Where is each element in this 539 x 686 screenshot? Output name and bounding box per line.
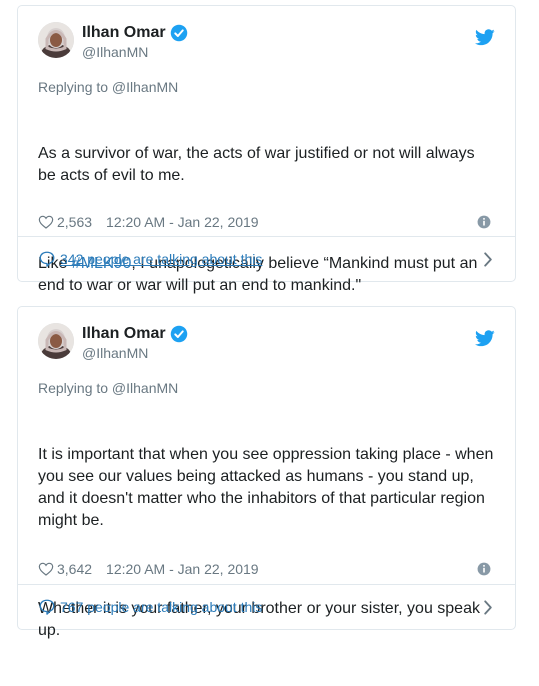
like-count[interactable]: 3,642 (57, 561, 92, 577)
info-icon[interactable] (477, 215, 491, 229)
heart-icon[interactable] (38, 561, 54, 577)
tweet-text: It is important that when you see oppres… (38, 400, 495, 686)
heart-icon[interactable] (38, 214, 54, 230)
avatar[interactable] (38, 22, 74, 58)
tweet-body: Replying to @IlhanMN As a survivor of wa… (38, 78, 495, 341)
tweet-card[interactable]: Ilhan Omar @IlhanMN Replying to @IlhanMN… (17, 5, 516, 294)
author[interactable]: Ilhan Omar @IlhanMN (82, 324, 188, 361)
replying-to[interactable]: Replying to @IlhanMN (38, 379, 495, 398)
talking-footer[interactable]: 342 people are talking about this (18, 236, 515, 281)
verified-badge-icon (170, 24, 187, 41)
chevron-right-icon[interactable] (483, 600, 493, 615)
timestamp[interactable]: 12:20 AM - Jan 22, 2019 (106, 561, 259, 577)
tweet-paragraph: It is important that when you see oppres… (38, 446, 498, 529)
tweet-meta: 3,642 12:20 AM - Jan 22, 2019 (38, 559, 495, 579)
display-name[interactable]: Ilhan Omar (82, 24, 166, 42)
screen-name[interactable]: @IlhanMN (82, 345, 188, 361)
info-icon[interactable] (477, 562, 491, 576)
tweet-card[interactable]: Ilhan Omar @IlhanMN Replying to @IlhanMN… (17, 306, 516, 639)
tweet-body: Replying to @IlhanMN It is important tha… (38, 379, 495, 686)
display-name[interactable]: Ilhan Omar (82, 325, 166, 343)
screen-name[interactable]: @IlhanMN (82, 44, 188, 60)
verified-badge-icon (170, 325, 187, 342)
twitter-bird-icon[interactable] (475, 330, 495, 347)
twitter-bird-icon[interactable] (475, 29, 495, 46)
avatar[interactable] (38, 323, 74, 359)
talking-link[interactable]: 767 people are talking about this (60, 599, 262, 615)
talking-footer[interactable]: 767 people are talking about this (18, 584, 515, 629)
like-count[interactable]: 2,563 (57, 214, 92, 230)
replying-to[interactable]: Replying to @IlhanMN (38, 78, 495, 97)
speech-bubble-icon (39, 599, 55, 615)
author[interactable]: Ilhan Omar @IlhanMN (82, 23, 188, 60)
tweet-paragraph: As a survivor of war, the acts of war ju… (38, 145, 480, 184)
tweet-header: Ilhan Omar @IlhanMN (38, 322, 495, 362)
tweet-meta: 2,563 12:20 AM - Jan 22, 2019 (38, 212, 495, 232)
chevron-right-icon[interactable] (483, 252, 493, 267)
tweet-header: Ilhan Omar @IlhanMN (38, 21, 495, 61)
talking-link[interactable]: 342 people are talking about this (60, 251, 262, 267)
speech-bubble-icon (39, 251, 55, 267)
timestamp[interactable]: 12:20 AM - Jan 22, 2019 (106, 214, 259, 230)
